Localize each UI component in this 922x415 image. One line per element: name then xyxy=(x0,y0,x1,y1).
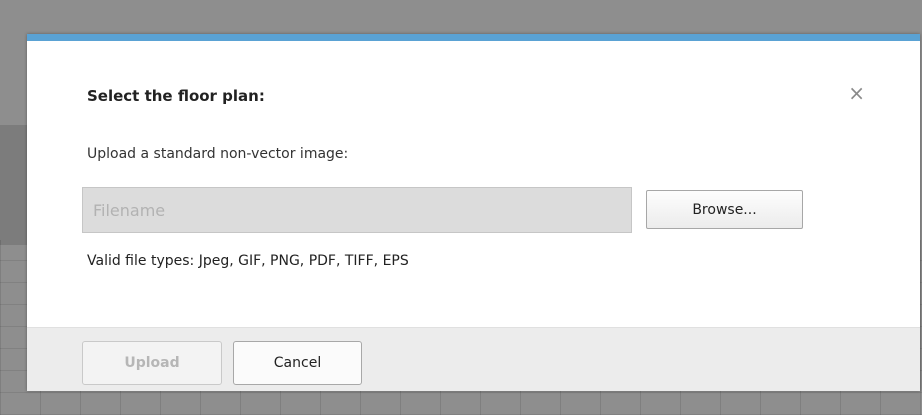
dialog-body: Select the floor plan: × Upload a standa… xyxy=(27,41,920,327)
upload-prompt: Upload a standard non-vector image: xyxy=(87,146,349,162)
close-icon[interactable]: × xyxy=(848,83,865,103)
cancel-button[interactable]: Cancel xyxy=(233,341,362,385)
dialog-footer: Upload Cancel xyxy=(27,327,920,391)
browse-button[interactable]: Browse... xyxy=(646,190,803,229)
dialog-title: Select the floor plan: xyxy=(87,87,265,105)
valid-file-types: Valid file types: Jpeg, GIF, PNG, PDF, T… xyxy=(87,253,409,269)
background-panel xyxy=(0,125,27,245)
upload-button[interactable]: Upload xyxy=(82,341,222,385)
filename-input[interactable] xyxy=(82,187,632,233)
floor-plan-dialog: Select the floor plan: × Upload a standa… xyxy=(27,34,920,391)
